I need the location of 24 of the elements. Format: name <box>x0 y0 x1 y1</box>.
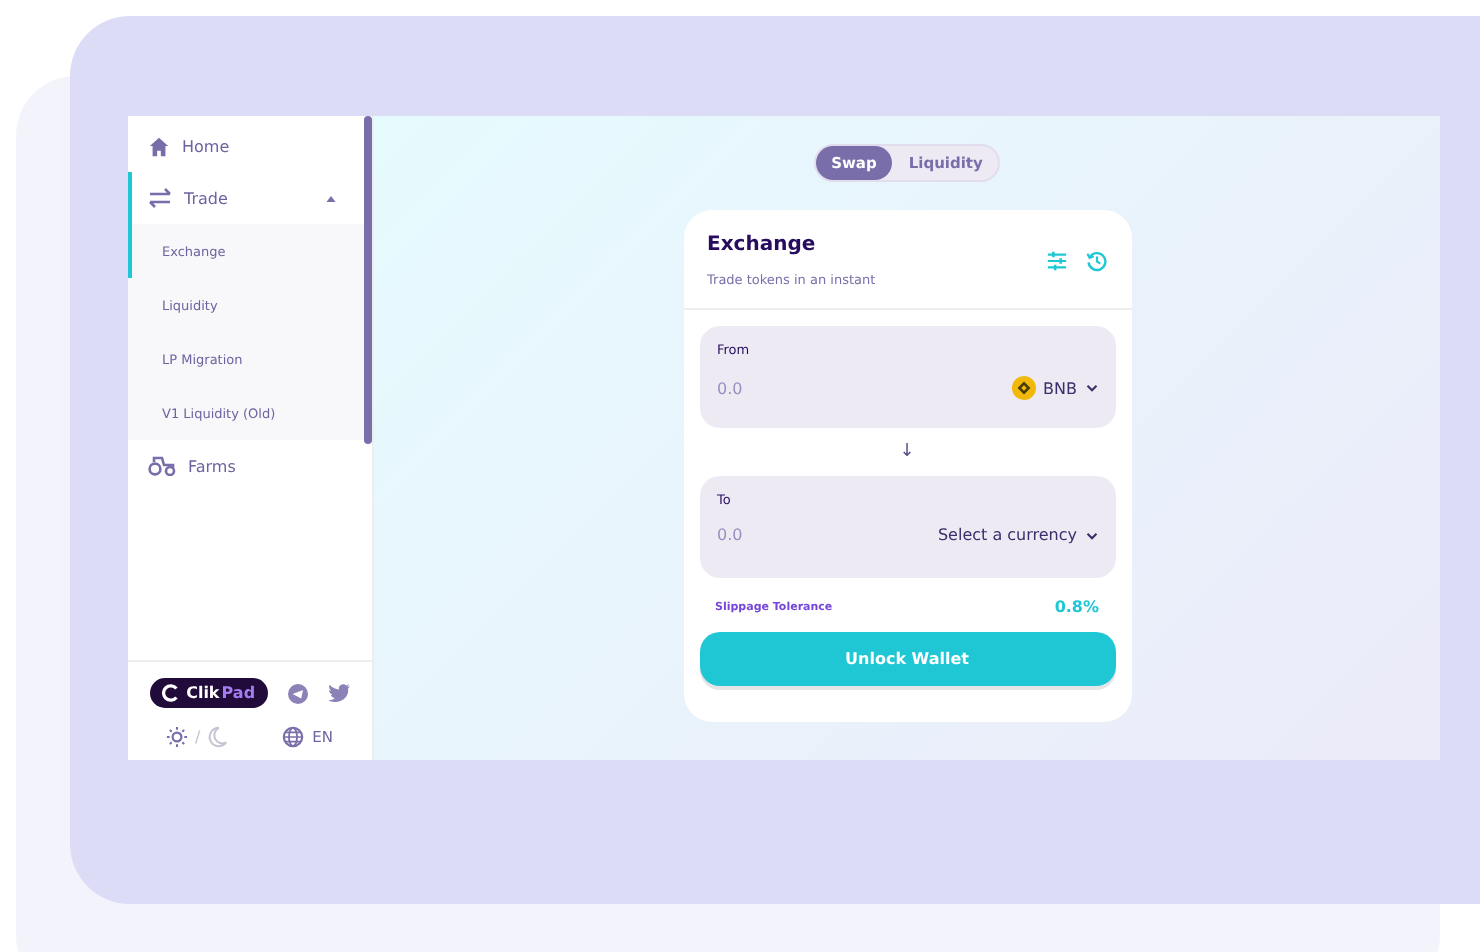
coin-icon <box>1011 376 1036 400</box>
amount-input[interactable]: 0.0 <box>717 379 837 397</box>
brand-logo[interactable]: ClikPad <box>150 678 268 708</box>
scrollbar[interactable] <box>364 116 372 444</box>
currency-selector[interactable]: BNB <box>1011 376 1097 400</box>
chevron-down-icon <box>1085 384 1097 392</box>
twitter-icon[interactable] <box>327 684 350 702</box>
telegram-icon[interactable] <box>287 683 308 703</box>
card-title: Exchange <box>707 234 818 256</box>
swap-direction-button[interactable]: ↓ <box>699 428 1115 476</box>
nav-item[interactable]: Home <box>128 120 372 172</box>
nav-item[interactable]: Farms <box>128 440 372 492</box>
home-icon <box>148 135 170 157</box>
amount-input[interactable]: 0.0 <box>717 526 837 544</box>
currency-selector[interactable]: Select a currency <box>937 526 1097 544</box>
moon-icon[interactable] <box>206 726 229 748</box>
tractor-icon <box>148 456 176 476</box>
chevron-down-icon <box>1085 531 1097 539</box>
settings-icon[interactable] <box>1045 250 1067 272</box>
slippage-value: 0.8% <box>1054 598 1099 616</box>
theme-separator: / <box>194 728 201 746</box>
sun-icon[interactable] <box>166 726 189 748</box>
history-icon[interactable] <box>1085 250 1107 272</box>
swap-arrows-icon <box>148 186 172 210</box>
